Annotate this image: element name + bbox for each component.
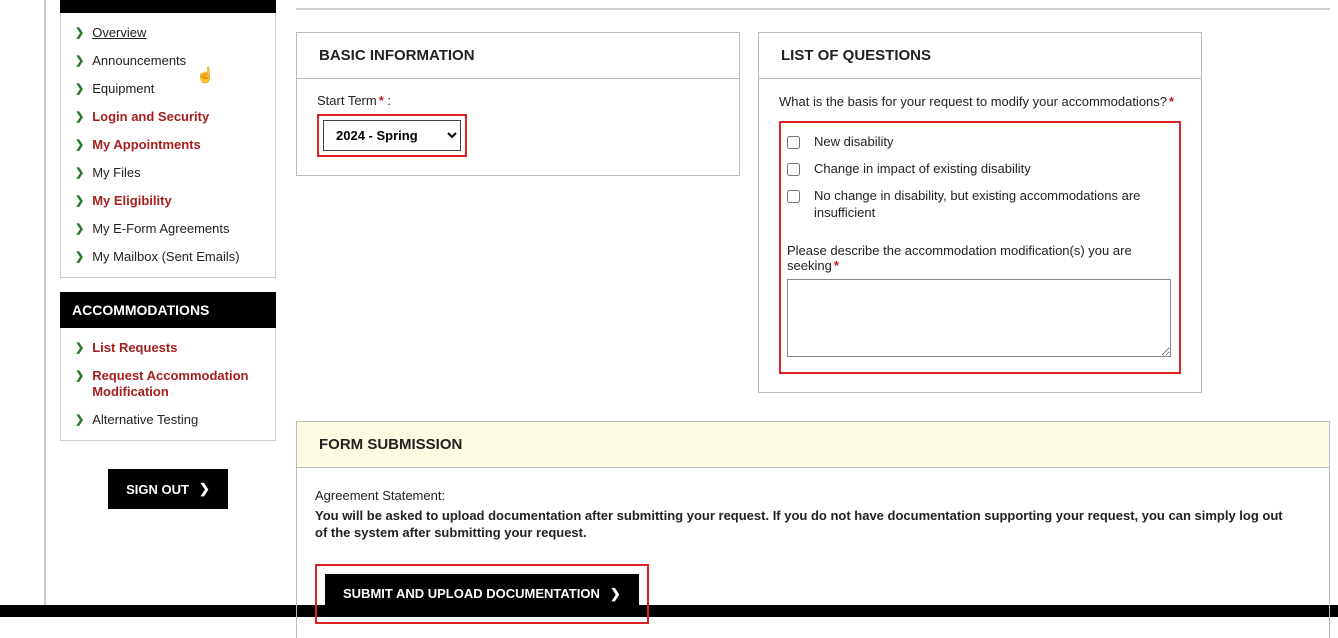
start-term-select[interactable]: 2024 - Spring: [323, 120, 461, 151]
basic-information-panel: BASIC INFORMATION Start Term* : 2024 - S…: [296, 32, 740, 176]
sidebar-item-my-mailbox[interactable]: ❯ My Mailbox (Sent Emails): [61, 243, 275, 271]
sidebar-item-my-appointments[interactable]: ❯ My Appointments: [61, 131, 275, 159]
option-label: No change in disability, but existing ac…: [814, 188, 1171, 222]
option-label: Change in impact of existing disability: [814, 161, 1031, 178]
primary-nav: ❯ Overview ❯ Announcements ❯ Equipment ❯…: [60, 13, 276, 278]
checkbox-no-change[interactable]: [787, 190, 800, 203]
sidebar-item-list-requests[interactable]: ❯ List Requests: [61, 334, 275, 362]
main-content: BASIC INFORMATION Start Term* : 2024 - S…: [276, 0, 1338, 638]
sidebar-item-label: Equipment: [92, 81, 154, 97]
accommodations-header: ACCOMMODATIONS: [60, 292, 276, 328]
sidebar: ❯ Overview ❯ Announcements ❯ Equipment ❯…: [60, 0, 276, 509]
sidebar-item-eform-agreements[interactable]: ❯ My E-Form Agreements: [61, 215, 275, 243]
describe-label: Please describe the accommodation modifi…: [787, 243, 1171, 273]
sidebar-item-label: My Files: [92, 165, 140, 181]
sidebar-item-my-eligibility[interactable]: ❯ My Eligibility: [61, 187, 275, 215]
questions-highlight: New disability Change in impact of exist…: [779, 121, 1181, 374]
questions-prompt: What is the basis for your request to mo…: [779, 93, 1181, 111]
sidebar-item-label: My Mailbox (Sent Emails): [92, 249, 239, 265]
agreement-label: Agreement Statement:: [315, 488, 1311, 503]
sidebar-item-login-security[interactable]: ❯ Login and Security: [61, 103, 275, 131]
required-asterisk: *: [1169, 94, 1174, 109]
chevron-right-icon: ❯: [199, 481, 210, 497]
checkbox-new-disability[interactable]: [787, 136, 800, 149]
chevron-right-icon: ❯: [75, 340, 84, 356]
sidebar-item-overview[interactable]: ❯ Overview: [61, 19, 275, 47]
sidebar-item-label: Overview: [92, 25, 146, 41]
sidebar-item-label: My Eligibility: [92, 193, 171, 209]
chevron-right-icon: ❯: [75, 25, 84, 41]
option-new-disability[interactable]: New disability: [787, 129, 1171, 156]
required-asterisk: *: [834, 258, 839, 273]
chevron-right-icon: ❯: [610, 586, 621, 602]
chevron-right-icon: ❯: [75, 249, 84, 265]
sidebar-item-label: Login and Security: [92, 109, 209, 125]
chevron-right-icon: ❯: [75, 221, 84, 237]
chevron-right-icon: ❯: [75, 412, 84, 428]
submit-highlight: SUBMIT AND UPLOAD DOCUMENTATION ❯: [315, 564, 649, 624]
vertical-rule: [44, 0, 46, 605]
sidebar-item-label: Alternative Testing: [92, 412, 198, 428]
sign-out-label: SIGN OUT: [126, 482, 189, 497]
sidebar-item-label: My E-Form Agreements: [92, 221, 229, 237]
chevron-right-icon: ❯: [75, 53, 84, 69]
sidebar-item-request-modification[interactable]: ❯ Request Accommodation Modification: [61, 362, 275, 406]
sidebar-item-my-files[interactable]: ❯ My Files: [61, 159, 275, 187]
accommodations-nav: ❯ List Requests ❯ Request Accommodation …: [60, 328, 276, 441]
chevron-right-icon: ❯: [75, 368, 84, 384]
describe-textarea[interactable]: [787, 279, 1171, 357]
option-label: New disability: [814, 134, 893, 151]
sidebar-item-label: List Requests: [92, 340, 177, 356]
sidebar-item-alternative-testing[interactable]: ❯ Alternative Testing: [61, 406, 275, 434]
option-change-impact[interactable]: Change in impact of existing disability: [787, 156, 1171, 183]
form-submission-header: FORM SUBMISSION: [297, 422, 1329, 468]
chevron-right-icon: ❯: [75, 81, 84, 97]
horizontal-rule: [296, 8, 1330, 10]
required-asterisk: *: [379, 93, 384, 108]
sidebar-item-announcements[interactable]: ❯ Announcements: [61, 47, 275, 75]
chevron-right-icon: ❯: [75, 165, 84, 181]
chevron-right-icon: ❯: [75, 109, 84, 125]
agreement-text: You will be asked to upload documentatio…: [315, 507, 1295, 542]
questions-header: LIST OF QUESTIONS: [759, 33, 1201, 79]
chevron-right-icon: ❯: [75, 137, 84, 153]
nav-header-black: [60, 0, 276, 13]
form-submission-panel: FORM SUBMISSION Agreement Statement: You…: [296, 421, 1330, 638]
sidebar-item-label: Announcements: [92, 53, 186, 69]
sign-out-button[interactable]: SIGN OUT ❯: [108, 469, 228, 509]
option-no-change[interactable]: No change in disability, but existing ac…: [787, 183, 1171, 227]
checkbox-change-impact[interactable]: [787, 163, 800, 176]
start-term-label: Start Term* :: [317, 93, 719, 108]
basic-info-header: BASIC INFORMATION: [297, 33, 739, 79]
submit-upload-button[interactable]: SUBMIT AND UPLOAD DOCUMENTATION ❯: [325, 574, 639, 614]
sidebar-item-equipment[interactable]: ❯ Equipment: [61, 75, 275, 103]
submit-label: SUBMIT AND UPLOAD DOCUMENTATION: [343, 586, 600, 601]
questions-panel: LIST OF QUESTIONS What is the basis for …: [758, 32, 1202, 393]
sidebar-item-label: Request Accommodation Modification: [92, 368, 263, 400]
chevron-right-icon: ❯: [75, 193, 84, 209]
start-term-highlight: 2024 - Spring: [317, 114, 467, 157]
sidebar-item-label: My Appointments: [92, 137, 201, 153]
